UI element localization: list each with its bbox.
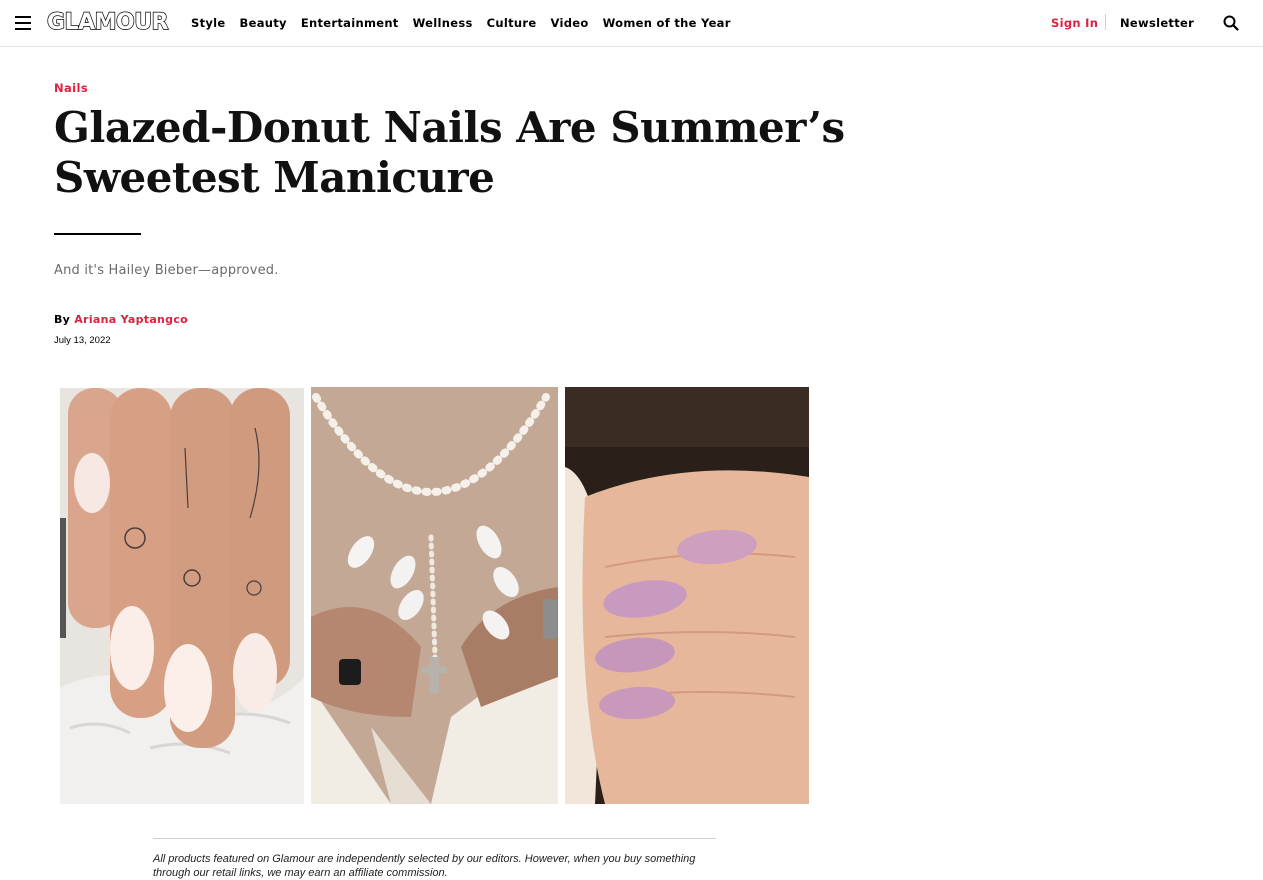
newsletter-link[interactable]: Newsletter	[1120, 15, 1194, 31]
nav-item-wellness[interactable]: Wellness	[413, 15, 473, 31]
hamburger-menu-icon[interactable]	[15, 16, 31, 30]
article-rubric-link[interactable]: Nails	[54, 80, 88, 96]
main-nav: Style Beauty Entertainment Wellness Cult…	[191, 15, 731, 31]
site-header: GLAMOUR Style Beauty Entertainment Welln…	[0, 0, 1263, 47]
author-link[interactable]: Ariana Yaptangco	[74, 313, 188, 326]
nav-item-women-of-the-year[interactable]: Women of the Year	[603, 15, 731, 31]
nav-item-culture[interactable]: Culture	[487, 15, 537, 31]
publish-date: July 13, 2022	[54, 335, 111, 346]
search-icon[interactable]	[1223, 15, 1239, 31]
nav-item-beauty[interactable]: Beauty	[240, 15, 287, 31]
nav-item-style[interactable]: Style	[191, 15, 226, 31]
headline-divider	[54, 233, 141, 235]
header-divider	[1105, 14, 1106, 30]
disclaimer-divider	[153, 838, 716, 839]
article-dek: And it's Hailey Bieber—approved.	[54, 263, 279, 278]
lead-photo-hand-tattoos	[60, 388, 304, 804]
lead-photo-pink-nails	[565, 387, 809, 804]
nav-item-video[interactable]: Video	[550, 15, 588, 31]
lead-photo-pearl-necklace	[311, 387, 558, 804]
affiliate-disclaimer: All products featured on Glamour are ind…	[153, 853, 696, 879]
article-headline: Glazed-Donut Nails Are Summer’s Sweetest…	[54, 103, 845, 202]
sign-in-link[interactable]: Sign In	[1051, 15, 1098, 31]
byline: By Ariana Yaptangco	[54, 312, 188, 328]
site-logo[interactable]: GLAMOUR	[46, 9, 169, 36]
nav-item-entertainment[interactable]: Entertainment	[301, 15, 399, 31]
byline-prefix: By	[54, 313, 71, 326]
